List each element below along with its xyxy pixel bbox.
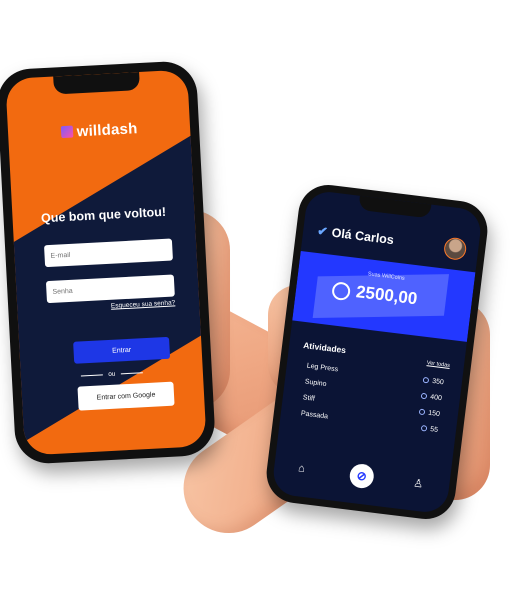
- home-icon[interactable]: ⌂: [298, 462, 306, 475]
- greeting-text: Olá Carlos: [330, 225, 395, 248]
- willdash-logo-icon: [60, 125, 74, 139]
- balance-card: Suas WillCoins 2500,00: [292, 250, 476, 342]
- activity-points: 400: [420, 392, 443, 403]
- activity-name: Passada: [300, 410, 329, 421]
- login-screen: willdash Que bom que voltou! Esqueceu su…: [5, 69, 207, 456]
- login-phone: willdash Que bom que voltou! Esqueceu su…: [0, 60, 217, 465]
- willcoin-icon: [418, 408, 426, 416]
- points-value: 55: [429, 426, 439, 434]
- brand-name: willdash: [76, 120, 138, 141]
- willcoin-icon[interactable]: ⊘: [348, 462, 376, 490]
- activity-points: 350: [422, 376, 445, 387]
- bottom-tab-bar: ⌂ ⊘ ♙: [272, 453, 450, 502]
- willcoin-icon: [420, 392, 428, 400]
- activity-name: Supino: [304, 378, 327, 389]
- google-login-button[interactable]: Entrar com Google: [77, 381, 175, 411]
- activity-name: Stiff: [302, 394, 316, 403]
- phone-notch: [53, 72, 141, 95]
- marketing-scene: willdash Que bom que voltou! Esqueceu su…: [0, 0, 518, 605]
- points-value: 400: [429, 393, 443, 403]
- phone-notch: [358, 195, 432, 219]
- brand-logo: willdash: [8, 117, 191, 144]
- dashboard-phone: ✔ Olá Carlos Suas WillCoins 2500,00 Ativi…: [263, 181, 491, 523]
- check-icon: ✔: [316, 223, 329, 240]
- profile-icon[interactable]: ♙: [413, 476, 424, 490]
- avatar[interactable]: [442, 236, 468, 262]
- see-all-link[interactable]: Ver todas: [426, 360, 450, 369]
- activities-title: Atividades: [302, 340, 347, 356]
- activity-points: 55: [420, 424, 439, 434]
- activity-name: Leg Press: [306, 362, 339, 374]
- greeting: ✔ Olá Carlos: [316, 223, 394, 247]
- willcoin-icon: [420, 424, 428, 432]
- activity-points: 150: [418, 408, 441, 419]
- points-value: 150: [427, 409, 441, 419]
- dashboard-screen: ✔ Olá Carlos Suas WillCoins 2500,00 Ativi…: [271, 189, 483, 515]
- willcoin-icon: [422, 376, 430, 384]
- points-value: 350: [431, 377, 445, 387]
